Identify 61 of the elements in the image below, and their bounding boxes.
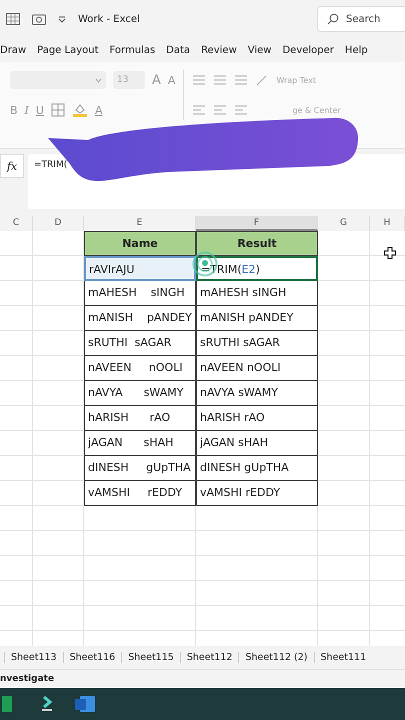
- ribbon-tab[interactable]: Data: [166, 42, 190, 58]
- table-cell: dINESH gUpTHA: [84, 456, 196, 481]
- table-cell: hARISH rAO: [196, 406, 318, 431]
- table-cell: nAVEEN nOOLI: [84, 356, 196, 381]
- search-icon: [327, 13, 339, 25]
- table-cell: jAGAN sHAH: [84, 431, 196, 456]
- ribbon-tab[interactable]: Help: [344, 42, 368, 58]
- sheet-tab[interactable]: Sheet115: [121, 652, 180, 663]
- sheet-tab[interactable]: Sheet116: [62, 652, 122, 663]
- table-cell: nAVYA sWAMY: [196, 381, 318, 406]
- orientation-icon[interactable]: [255, 74, 270, 86]
- search-field[interactable]: Search: [317, 6, 405, 32]
- table-cell: rAVIrAJU: [84, 256, 196, 281]
- sheet-tab[interactable]: Sheet111: [314, 652, 372, 663]
- sheet-tab[interactable]: Sheet112: [180, 652, 238, 663]
- align-icon[interactable]: [234, 104, 248, 116]
- align-icon[interactable]: [213, 74, 228, 86]
- ribbon-tab[interactable]: Page Layout: [37, 42, 99, 58]
- column-header[interactable]: C: [0, 216, 33, 231]
- borders-icon[interactable]: [50, 103, 65, 117]
- window-title: Work - Excel: [78, 14, 140, 24]
- ribbon-tab[interactable]: Developer: [282, 42, 334, 58]
- table-cell: mAHESH sINGH: [84, 281, 196, 306]
- column-header[interactable]: F: [196, 216, 318, 231]
- ribbon-tab[interactable]: Formulas: [110, 42, 156, 58]
- table-cell: nAVYA sWAMY: [84, 381, 196, 406]
- ribbon-tab[interactable]: Review: [201, 42, 237, 58]
- table-cell: nAVEEN nOOLI: [196, 356, 318, 381]
- header-cell: Result: [196, 231, 318, 256]
- align-icon[interactable]: [192, 74, 206, 86]
- table-cell: mANISH pANDEY: [84, 306, 196, 331]
- font-name-field[interactable]: [10, 71, 106, 89]
- cursor-icon: [384, 247, 396, 259]
- align-icon[interactable]: [234, 74, 248, 86]
- align-icon[interactable]: [192, 104, 206, 116]
- document-app-icon[interactable]: [74, 694, 96, 714]
- column-header[interactable]: G: [318, 216, 370, 231]
- sheet-tab[interactable]: Sheet112 (2): [238, 652, 314, 663]
- dropdown-icon[interactable]: [58, 15, 66, 23]
- table-cell: jAGAN sHAH: [196, 431, 318, 456]
- table-cell: dINESH gUpTHA: [196, 456, 318, 481]
- sheet-tab[interactable]: Sheet113: [4, 652, 63, 663]
- align-icon[interactable]: [213, 104, 228, 116]
- header-cell: Name: [84, 231, 196, 256]
- sheet-view-icon[interactable]: [6, 13, 20, 25]
- table-cell: mANISH pANDEY: [196, 306, 318, 331]
- fill-color-icon[interactable]: [72, 103, 88, 117]
- table-cell: sRUTHI sAGAR: [196, 331, 318, 356]
- table-cell: vAMSHI rEDDY: [84, 481, 196, 506]
- camera-icon[interactable]: [32, 13, 46, 25]
- ribbon-tab[interactable]: Draw: [0, 42, 26, 58]
- column-header[interactable]: H: [370, 216, 405, 231]
- column-header[interactable]: D: [33, 216, 84, 231]
- ribbon-tab[interactable]: View: [248, 42, 272, 58]
- table-cell: mAHESH sINGH: [196, 281, 318, 306]
- table-cell: sRUTHI sAGAR: [84, 331, 196, 356]
- table-cell: vAMSHI rEDDY: [196, 481, 318, 506]
- caret-icon: [95, 78, 102, 82]
- function-button[interactable]: fx: [0, 154, 24, 178]
- table-cell: hARISH rAO: [84, 406, 196, 431]
- status-text: nvestigate: [0, 674, 54, 684]
